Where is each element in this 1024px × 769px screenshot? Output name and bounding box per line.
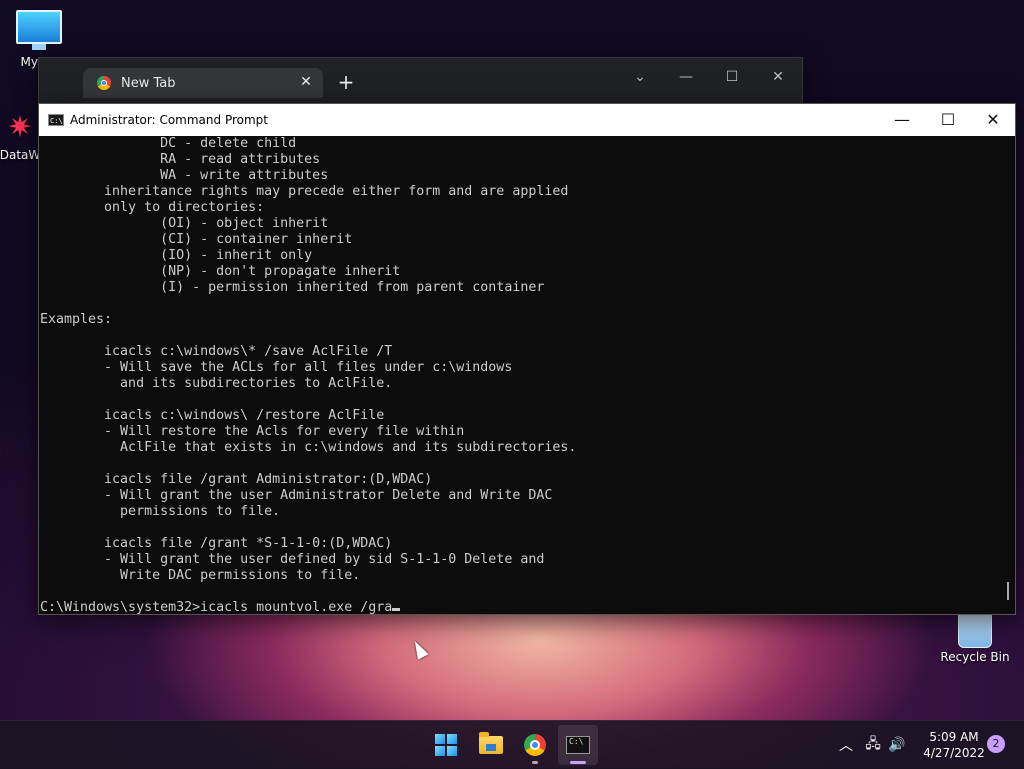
console-line: icacls file /grant *S-1-1-0:(D,WDAC) <box>40 536 393 551</box>
console-line: permissions to file. <box>40 504 281 519</box>
tab-title: New Tab <box>121 75 176 91</box>
clock-date: 4/27/2022 <box>923 746 985 760</box>
chrome-icon <box>97 76 111 90</box>
title-bar[interactable]: C:\ Administrator: Command Prompt — ☐ ✕ <box>39 104 1015 136</box>
mouse-pointer-icon <box>409 638 429 660</box>
taskbar: C:\ ︿ 🖧 🔊 5:09 AM 4/27/2022 <box>0 720 1024 769</box>
console-line: AclFile that exists in c:\windows and it… <box>40 440 577 455</box>
console-output: DC - delete child RA - read attributes W… <box>39 136 1015 600</box>
start-button[interactable] <box>426 725 466 765</box>
prompt-text: C:\Windows\system32>icacls mountvol.exe … <box>40 600 393 614</box>
monitor-icon <box>16 10 62 50</box>
window-title: Administrator: Command Prompt <box>70 113 268 127</box>
console-line: and its subdirectories to AclFile. <box>40 376 393 391</box>
desktop-icon-recycle-bin[interactable]: Recycle Bin <box>937 612 1013 664</box>
command-line[interactable]: C:\Windows\system32>icacls mountvol.exe … <box>39 600 1015 614</box>
terminal-icon: C:\ <box>566 736 590 754</box>
console-line: WA - write attributes <box>40 168 329 183</box>
browser-minimize-button[interactable]: — <box>671 64 701 90</box>
tab-close-icon[interactable]: ✕ <box>297 73 315 91</box>
file-explorer-button[interactable] <box>471 725 511 765</box>
browser-maximize-button[interactable]: ☐ <box>717 64 747 90</box>
console-line: Examples: <box>40 312 113 327</box>
console-line: Write DAC permissions to file. <box>40 568 361 583</box>
minimize-button[interactable]: — <box>879 104 925 136</box>
console-line: RA - read attributes <box>40 152 321 167</box>
console-line: - Will restore the Acls for every file w… <box>40 424 465 439</box>
chevron-up-icon[interactable]: ︿ <box>836 721 856 769</box>
file-explorer-icon <box>479 732 503 754</box>
console-line: DC - delete child <box>40 136 297 151</box>
browser-close-button[interactable]: ✕ <box>763 64 793 90</box>
recycle-bin-icon <box>958 612 992 648</box>
browser-tab[interactable]: New Tab ✕ <box>83 68 323 98</box>
notification-badge[interactable]: 2 <box>987 735 1005 753</box>
close-button[interactable]: ✕ <box>970 104 1016 136</box>
start-icon <box>435 734 457 756</box>
text-cursor <box>392 608 401 611</box>
console-line: - Will grant the user Administrator Dele… <box>40 488 553 503</box>
console-line: (I) - permission inherited from parent c… <box>40 280 545 295</box>
console-line: icacls c:\windows\* /save AclFile /T <box>40 344 393 359</box>
command-prompt-window[interactable]: C:\ Administrator: Command Prompt — ☐ ✕ … <box>38 103 1016 615</box>
scrollbar-thumb[interactable] <box>1007 582 1009 600</box>
console-area[interactable]: DC - delete child RA - read attributes W… <box>39 136 1015 614</box>
console-line: (OI) - object inherit <box>40 216 329 231</box>
terminal-button[interactable]: C:\ <box>558 725 598 765</box>
console-line: - Will grant the user defined by sid S-1… <box>40 552 545 567</box>
maximize-button[interactable]: ☐ <box>925 104 971 136</box>
system-clock[interactable]: 5:09 AM 4/27/2022 <box>912 729 996 761</box>
console-line: icacls c:\windows\ /restore AclFile <box>40 408 385 423</box>
console-line: (NP) - don't propagate inherit <box>40 264 401 279</box>
browser-window[interactable]: New Tab ✕ + ⌄ — ☐ ✕ <box>38 57 803 109</box>
command-prompt-icon: C:\ <box>48 114 64 126</box>
active-indicator <box>570 761 586 764</box>
clock-time: 5:09 AM <box>929 730 979 744</box>
console-line: - Will save the ACLs for all files under… <box>40 360 513 375</box>
new-tab-button[interactable]: + <box>335 72 357 92</box>
desktop-icon-label: Recycle Bin <box>940 650 1010 664</box>
chrome-button[interactable] <box>515 725 555 765</box>
console-line: (CI) - container inherit <box>40 232 353 247</box>
chrome-icon <box>524 734 546 756</box>
console-line: (IO) - inherit only <box>40 248 313 263</box>
console-line: only to directories: <box>40 200 265 215</box>
console-line: inheritance rights may precede either fo… <box>40 184 569 199</box>
datawarehouse-icon: ✷ <box>7 110 33 145</box>
network-icon[interactable]: 🖧 <box>862 721 884 769</box>
tab-search-button[interactable]: ⌄ <box>625 64 655 90</box>
running-indicator <box>532 761 538 764</box>
console-line: icacls file /grant Administrator:(D,WDAC… <box>40 472 433 487</box>
volume-icon[interactable]: 🔊 <box>886 721 908 769</box>
